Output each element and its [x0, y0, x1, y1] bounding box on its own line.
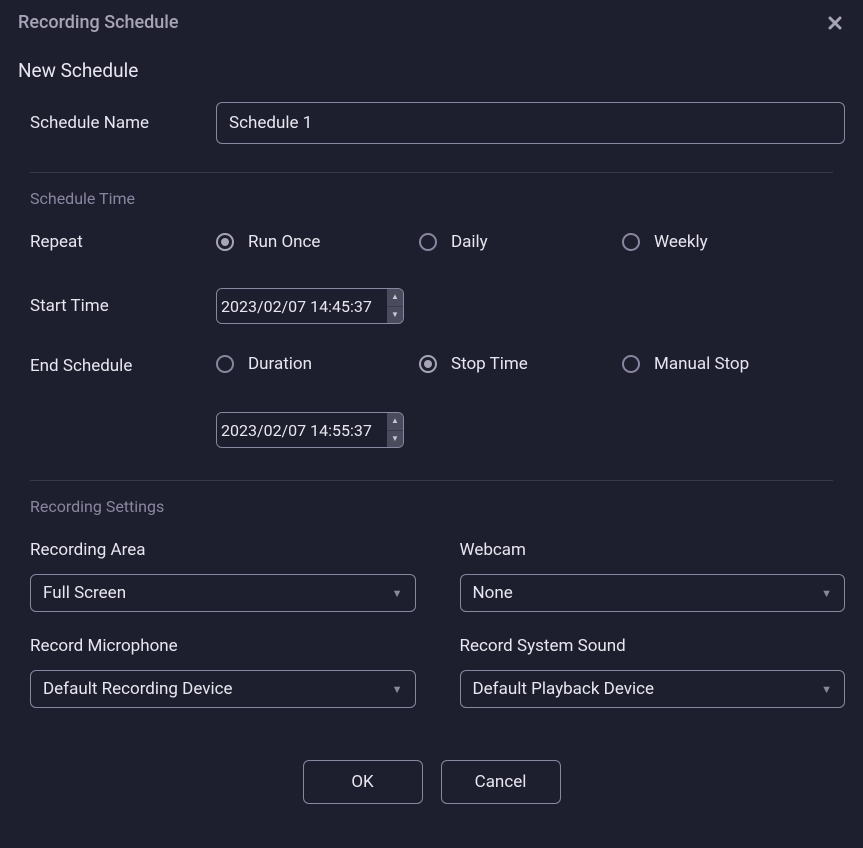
- radio-icon: [216, 355, 234, 373]
- end-time-up-button[interactable]: ▲: [387, 413, 403, 431]
- chevron-up-icon: ▲: [391, 293, 399, 301]
- repeat-radio-group: Run Once Daily Weekly: [216, 232, 845, 252]
- chevron-down-icon: ▼: [391, 435, 399, 443]
- schedule-name-label: Schedule Name: [30, 113, 216, 133]
- webcam-select[interactable]: None ▼: [460, 574, 846, 612]
- radio-icon: [216, 233, 234, 251]
- close-icon: [828, 16, 842, 30]
- radio-icon: [622, 233, 640, 251]
- repeat-run-once-radio[interactable]: Run Once: [216, 232, 419, 252]
- repeat-label: Repeat: [30, 232, 216, 252]
- start-time-up-button[interactable]: ▲: [387, 289, 403, 307]
- start-time-field: ▲ ▼: [216, 288, 404, 324]
- end-stop-time-radio[interactable]: Stop Time: [419, 354, 622, 374]
- webcam-label: Webcam: [460, 540, 846, 560]
- system-sound-label: Record System Sound: [460, 636, 846, 656]
- chevron-down-icon: ▼: [821, 683, 832, 696]
- microphone-label: Record Microphone: [30, 636, 416, 656]
- radio-label: Duration: [248, 354, 312, 374]
- cancel-button[interactable]: Cancel: [441, 760, 561, 804]
- chevron-down-icon: ▼: [392, 683, 403, 696]
- radio-label: Daily: [451, 232, 488, 252]
- recording-area-select[interactable]: Full Screen ▼: [30, 574, 416, 612]
- schedule-name-input[interactable]: [216, 102, 845, 144]
- titlebar: Recording Schedule: [0, 0, 863, 41]
- radio-icon: [622, 355, 640, 373]
- ok-button[interactable]: OK: [303, 760, 423, 804]
- end-time-input[interactable]: [217, 413, 387, 447]
- radio-icon: [419, 233, 437, 251]
- close-button[interactable]: [825, 13, 845, 33]
- end-schedule-label: End Schedule: [30, 354, 216, 376]
- chevron-down-icon: ▼: [391, 311, 399, 319]
- repeat-daily-radio[interactable]: Daily: [419, 232, 622, 252]
- end-manual-stop-radio[interactable]: Manual Stop: [622, 354, 825, 374]
- end-time-field: ▲ ▼: [216, 412, 404, 448]
- schedule-time-section-label: Schedule Time: [18, 189, 845, 208]
- end-duration-radio[interactable]: Duration: [216, 354, 419, 374]
- radio-label: Stop Time: [451, 354, 528, 374]
- select-value: Full Screen: [43, 583, 392, 603]
- start-time-down-button[interactable]: ▼: [387, 307, 403, 324]
- radio-icon: [419, 355, 437, 373]
- radio-label: Run Once: [248, 232, 320, 252]
- divider: [30, 480, 833, 481]
- select-value: Default Playback Device: [473, 679, 822, 699]
- radio-label: Weekly: [654, 232, 708, 252]
- window-title: Recording Schedule: [18, 12, 179, 33]
- repeat-weekly-radio[interactable]: Weekly: [622, 232, 825, 252]
- recording-settings-section-label: Recording Settings: [18, 497, 845, 516]
- chevron-down-icon: ▼: [821, 587, 832, 600]
- start-time-label: Start Time: [30, 296, 216, 316]
- recording-schedule-dialog: Recording Schedule New Schedule Schedule…: [0, 0, 863, 848]
- chevron-down-icon: ▼: [392, 587, 403, 600]
- start-time-input[interactable]: [217, 289, 387, 323]
- microphone-select[interactable]: Default Recording Device ▼: [30, 670, 416, 708]
- system-sound-select[interactable]: Default Playback Device ▼: [460, 670, 846, 708]
- radio-label: Manual Stop: [654, 354, 749, 374]
- dialog-subtitle: New Schedule: [18, 59, 845, 82]
- divider: [30, 172, 833, 173]
- select-value: Default Recording Device: [43, 679, 392, 699]
- end-time-down-button[interactable]: ▼: [387, 431, 403, 448]
- select-value: None: [473, 583, 822, 603]
- chevron-up-icon: ▲: [391, 417, 399, 425]
- end-schedule-radio-group: Duration Stop Time Manual Stop: [216, 354, 845, 374]
- recording-area-label: Recording Area: [30, 540, 416, 560]
